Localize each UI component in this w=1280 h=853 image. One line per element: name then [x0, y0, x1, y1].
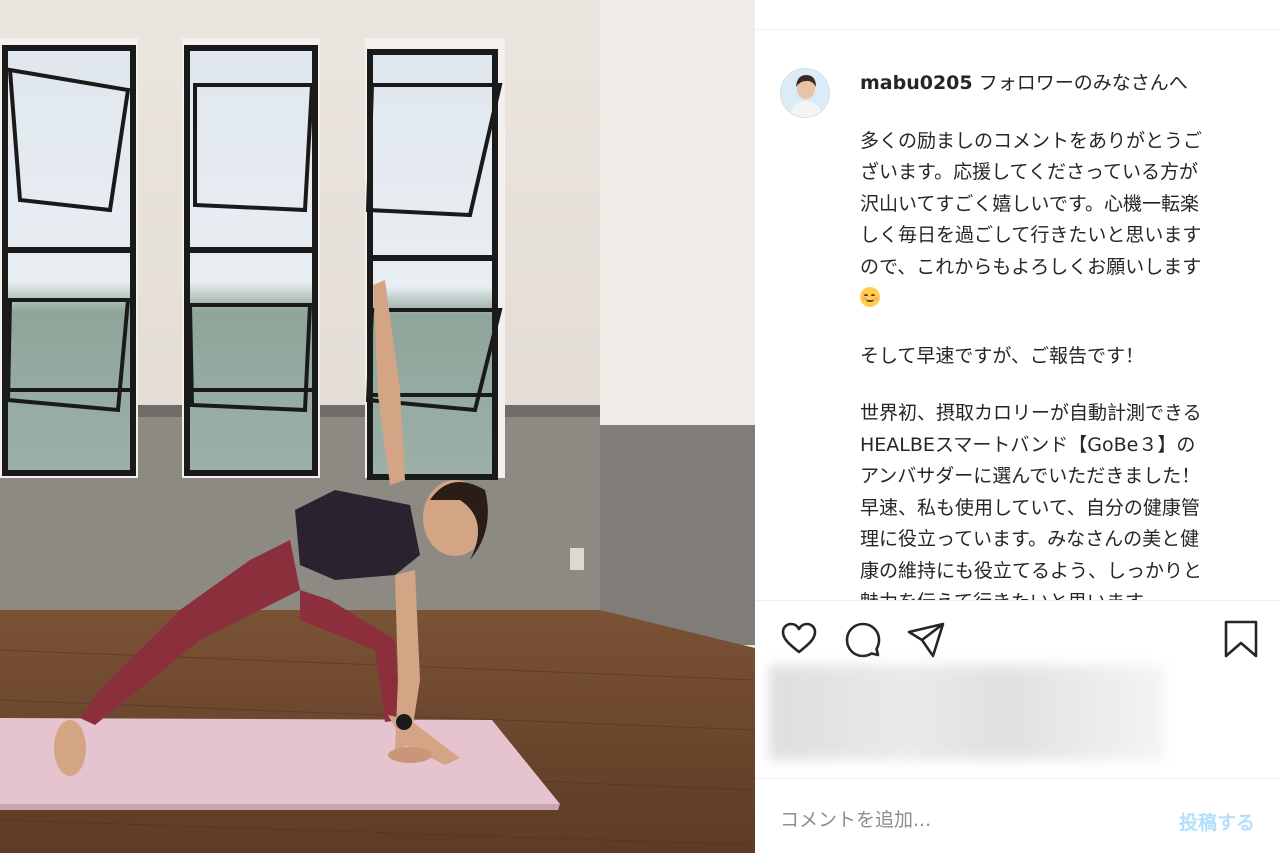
comment-bubble-icon[interactable] [843, 619, 883, 659]
post-comment-button[interactable]: 投稿する [1179, 808, 1255, 835]
caption-first-line: mabu0205 フォロワーのみなさんへ [860, 68, 1260, 100]
caption-text-line: HEALBEスマートバンド【GoBe３】の [860, 433, 1196, 456]
yoga-pose-photo [0, 0, 755, 853]
caption-area[interactable]: mabu0205 フォロワーのみなさんへ多くの励ましのコメントをありがとうご ざい… [755, 30, 1280, 600]
caption-text-line: ので、これからもよろしくお願いします [860, 255, 1202, 278]
avatar[interactable] [780, 68, 830, 118]
username[interactable]: mabu0205 [860, 72, 973, 94]
caption-text-line: そして早速ですが、ご報告です！ [860, 344, 1145, 367]
caption-emoji-line [860, 283, 1260, 315]
post-side-panel: mabu0205 フォロワーのみなさんへ多くの励ましのコメントをありがとうご ざい… [755, 0, 1280, 853]
bookmark-icon[interactable] [1221, 619, 1261, 659]
relieved-face-emoji-icon [860, 287, 880, 307]
caption-text-line: 康の維持にも役立てるよう、しっかりと [860, 559, 1203, 582]
post-actions [755, 600, 1280, 665]
caption-text-line: 魅力を伝えて行きたいと思います。 [860, 587, 1260, 600]
add-comment-bar: 投稿する [755, 778, 1280, 853]
post-photo[interactable] [0, 0, 755, 853]
caption-text-line: アンバサダーに選んでいただきました！ [860, 465, 1201, 487]
caption-text-line: しく毎日を過ごして行きたいと思います [860, 224, 1202, 246]
caption-text-line: 沢山いてすごく嬉しいです。心機一転楽 [860, 192, 1199, 215]
post-caption: mabu0205 フォロワーのみなさんへ多くの励ましのコメントをありがとうご ざい… [860, 68, 1260, 600]
caption-text-line: 多くの励ましのコメントをありがとうご [860, 129, 1203, 152]
panel-header [755, 0, 1280, 30]
comment-input[interactable] [780, 805, 1150, 835]
caption-text-line: 早速、私も使用していて、自分の健康管 [860, 496, 1200, 519]
caption-text-line: 世界初、摂取カロリーが自動計測できる [860, 402, 1202, 424]
paper-plane-icon[interactable] [906, 619, 946, 659]
caption-text: フォロワーのみなさんへ [978, 72, 1188, 94]
heart-icon[interactable] [779, 619, 819, 659]
caption-text-line: 理に役立っています。みなさんの美と健 [860, 528, 1200, 550]
caption-text-line: ざいます。応援してくださっている方が [860, 161, 1199, 183]
likes-section-blurred [769, 665, 1164, 760]
